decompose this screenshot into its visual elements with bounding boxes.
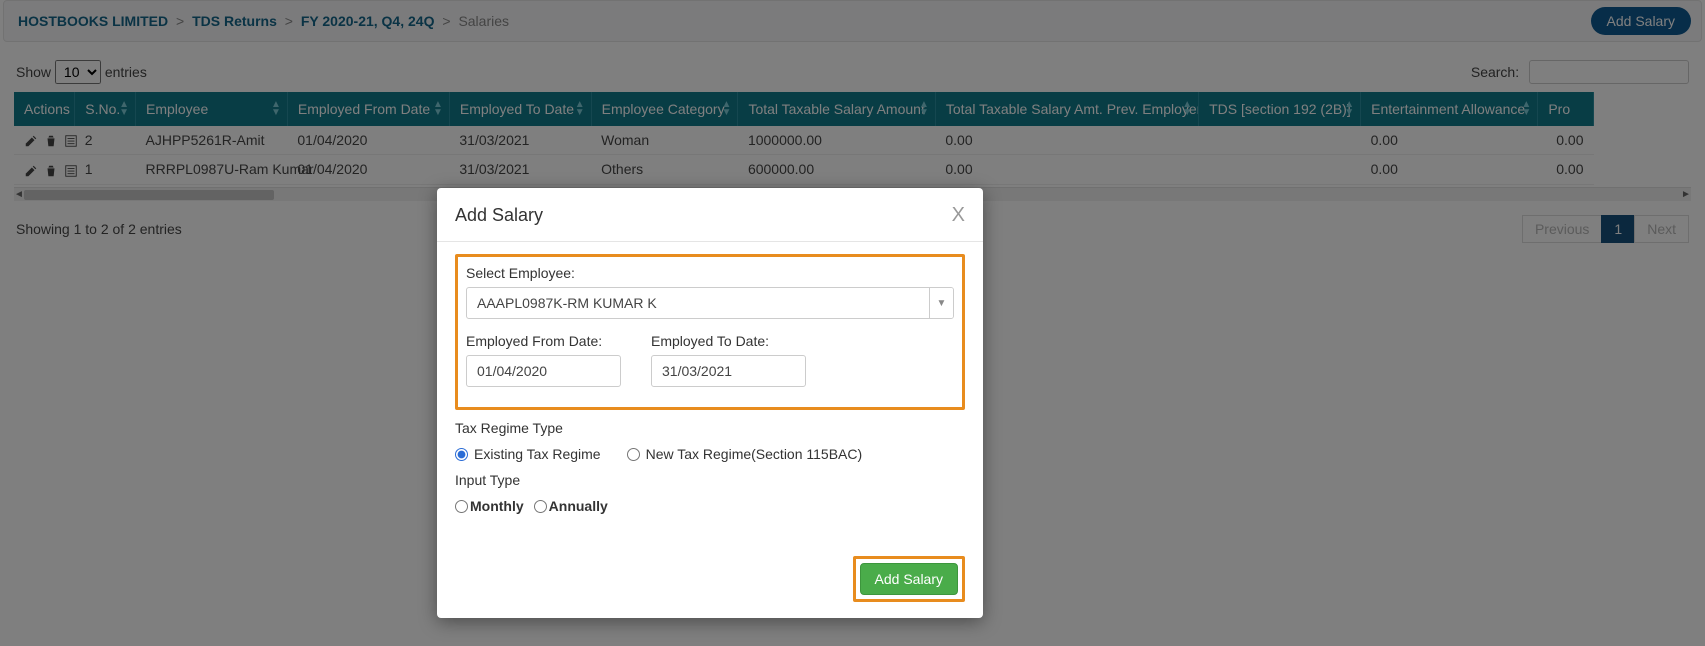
highlighted-fields: Select Employee: AAAPL0987K-RM KUMAR K ▼… bbox=[455, 254, 965, 410]
modal-body: Select Employee: AAAPL0987K-RM KUMAR K ▼… bbox=[437, 242, 983, 546]
employee-select[interactable]: AAAPL0987K-RM KUMAR K ▼ bbox=[466, 287, 954, 319]
to-date-label: Employed To Date: bbox=[651, 333, 806, 349]
input-type-label: Input Type bbox=[455, 472, 520, 488]
input-type-monthly-option[interactable]: Monthly bbox=[455, 498, 524, 514]
input-type-monthly-radio[interactable] bbox=[455, 500, 468, 513]
modal-header: Add Salary X bbox=[437, 188, 983, 242]
to-date-input[interactable] bbox=[651, 355, 806, 387]
from-date-input[interactable] bbox=[466, 355, 621, 387]
input-type-annually-label: Annually bbox=[549, 498, 608, 514]
employee-select-value: AAAPL0987K-RM KUMAR K bbox=[467, 288, 929, 318]
tax-regime-existing-option[interactable]: Existing Tax Regime bbox=[455, 446, 601, 462]
from-date-label: Employed From Date: bbox=[466, 333, 621, 349]
tax-regime-label: Tax Regime Type bbox=[455, 420, 563, 436]
add-salary-submit-button[interactable]: Add Salary bbox=[860, 563, 958, 595]
modal-title: Add Salary bbox=[455, 205, 543, 226]
tax-regime-new-label: New Tax Regime(Section 115BAC) bbox=[646, 446, 863, 462]
select-employee-label: Select Employee: bbox=[466, 265, 954, 281]
chevron-down-icon: ▼ bbox=[929, 288, 953, 318]
modal-footer: Add Salary bbox=[437, 546, 983, 618]
input-type-annually-radio[interactable] bbox=[534, 500, 547, 513]
highlighted-submit: Add Salary bbox=[853, 556, 965, 602]
input-type-annually-option[interactable]: Annually bbox=[534, 498, 608, 514]
tax-regime-new-option[interactable]: New Tax Regime(Section 115BAC) bbox=[627, 446, 863, 462]
input-type-monthly-label: Monthly bbox=[470, 498, 524, 514]
close-icon[interactable]: X bbox=[952, 204, 965, 227]
tax-regime-existing-label: Existing Tax Regime bbox=[474, 446, 601, 462]
add-salary-modal: Add Salary X Select Employee: AAAPL0987K… bbox=[437, 188, 983, 618]
tax-regime-existing-radio[interactable] bbox=[455, 448, 468, 461]
tax-regime-new-radio[interactable] bbox=[627, 448, 640, 461]
